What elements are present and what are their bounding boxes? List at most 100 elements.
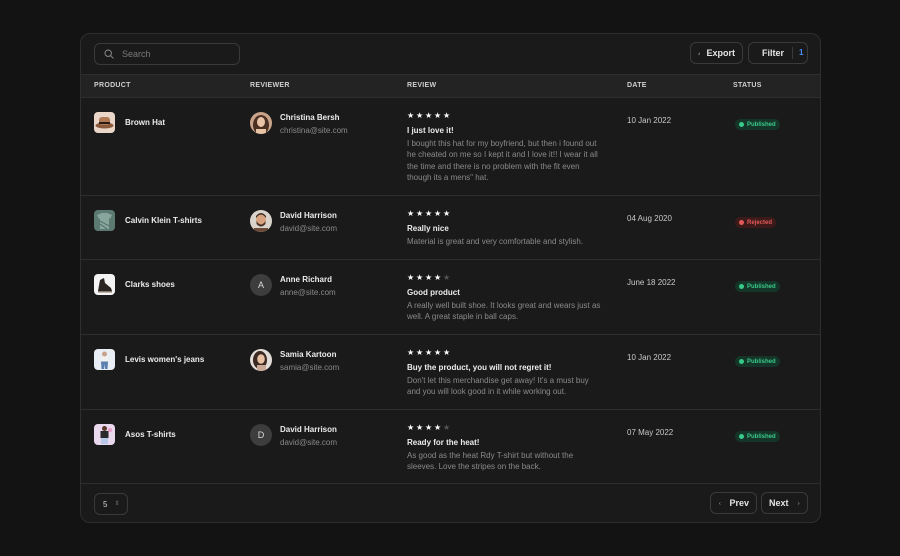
review-title: Buy the product, you will not regret it! bbox=[407, 363, 552, 372]
table-footer: 5 ⇕ Prev Next bbox=[81, 484, 820, 522]
star-filled-icon: ★ bbox=[433, 209, 443, 218]
star-filled-icon: ★ bbox=[407, 209, 416, 218]
product-name[interactable]: Levis women's jeans bbox=[125, 355, 204, 364]
star-filled-icon: ★ bbox=[415, 348, 425, 357]
product-thumbnail-tshirt bbox=[94, 210, 115, 231]
status-badge: Published bbox=[735, 281, 780, 292]
reviewer-avatar bbox=[250, 112, 272, 134]
reviewer-email: david@site.com bbox=[280, 224, 338, 233]
star-empty-icon: ★ bbox=[442, 423, 452, 432]
review-title: I just love it! bbox=[407, 126, 454, 135]
star-filled-icon: ★ bbox=[407, 423, 416, 432]
reviews-table-card: Export Filter 1 PRODUCT REVIEWER REVIEW … bbox=[80, 33, 821, 523]
star-filled-icon: ★ bbox=[433, 348, 443, 357]
prev-page-button[interactable]: Prev bbox=[710, 492, 757, 514]
star-filled-icon: ★ bbox=[407, 273, 416, 282]
product-name[interactable]: Clarks shoes bbox=[125, 280, 175, 289]
check-circle-icon bbox=[739, 434, 744, 439]
star-filled-icon: ★ bbox=[415, 423, 425, 432]
chevron-left-icon bbox=[719, 501, 721, 505]
product-thumbnail-jeans bbox=[94, 349, 115, 370]
avatar-initial: D bbox=[257, 430, 265, 440]
filter-label: Filter bbox=[762, 48, 785, 58]
table-row[interactable]: Levis women's jeans Samia Kartoon samia@… bbox=[81, 335, 820, 410]
status-badge: Published bbox=[735, 356, 780, 367]
star-filled-icon: ★ bbox=[424, 348, 434, 357]
next-page-button[interactable]: Next bbox=[761, 492, 808, 514]
review-date: 10 Jan 2022 bbox=[627, 353, 672, 362]
review-body: Material is great and very comfortable a… bbox=[407, 237, 584, 246]
table-row[interactable]: Clarks shoes A Anne Richard anne@site.co… bbox=[81, 260, 820, 335]
status-label: Published bbox=[747, 433, 776, 440]
product-thumbnail-shoe bbox=[94, 274, 115, 295]
review-date: June 18 2022 bbox=[627, 278, 676, 287]
status-badge: Published bbox=[735, 431, 780, 442]
export-button[interactable]: Export bbox=[690, 42, 743, 64]
star-filled-icon: ★ bbox=[424, 423, 434, 432]
review-body: Don't let this merchandise get away! It'… bbox=[407, 376, 589, 397]
page-size-select[interactable]: 5 ⇕ bbox=[94, 493, 128, 515]
column-header-product[interactable]: PRODUCT bbox=[94, 75, 131, 97]
rating-stars: ★★★★★ bbox=[407, 209, 603, 218]
rating-stars: ★★★★★ bbox=[407, 111, 603, 120]
star-filled-icon: ★ bbox=[407, 111, 416, 120]
star-filled-icon: ★ bbox=[442, 209, 452, 218]
status-label: Published bbox=[747, 358, 776, 365]
star-filled-icon: ★ bbox=[407, 348, 416, 357]
review-date: 07 May 2022 bbox=[627, 428, 674, 437]
page-size-value: 5 bbox=[103, 499, 108, 509]
star-filled-icon: ★ bbox=[424, 209, 434, 218]
product-name[interactable]: Asos T-shirts bbox=[125, 430, 176, 439]
star-filled-icon: ★ bbox=[433, 273, 443, 282]
reviewer-email: samia@site.com bbox=[280, 363, 340, 372]
column-header-status[interactable]: STATUS bbox=[733, 75, 762, 97]
chevron-up-down-icon: ⇕ bbox=[114, 501, 120, 507]
star-filled-icon: ★ bbox=[415, 273, 425, 282]
reviewer-name: Christina Bersh bbox=[280, 113, 340, 122]
reviewer-avatar: A bbox=[250, 274, 272, 296]
rating-stars: ★★★★★ bbox=[407, 273, 603, 282]
reviewer-name: Samia Kartoon bbox=[280, 350, 337, 359]
download-icon bbox=[698, 51, 701, 55]
reviewer-avatar bbox=[250, 349, 272, 371]
status-label: Published bbox=[747, 283, 776, 290]
reviewer-email: david@site.com bbox=[280, 438, 338, 447]
table-row[interactable]: Calvin Klein T-shirts David Harrison dav… bbox=[81, 196, 820, 260]
reviewer-email: anne@site.com bbox=[280, 288, 336, 297]
column-header-reviewer[interactable]: REVIEWER bbox=[250, 75, 290, 97]
table-row[interactable]: Asos T-shirts D David Harrison david@sit… bbox=[81, 410, 820, 484]
check-circle-icon bbox=[739, 122, 744, 127]
reviewer-avatar bbox=[250, 210, 272, 232]
table-header: PRODUCT REVIEWER REVIEW DATE STATUS bbox=[81, 74, 820, 98]
search-input[interactable] bbox=[122, 49, 232, 59]
product-name[interactable]: Brown Hat bbox=[125, 118, 165, 127]
chevron-right-icon bbox=[797, 501, 799, 505]
review-body: I bought this hat for my boyfriend, but … bbox=[407, 139, 598, 183]
prev-label: Prev bbox=[729, 498, 749, 508]
product-name[interactable]: Calvin Klein T-shirts bbox=[125, 216, 202, 225]
check-circle-icon bbox=[739, 284, 744, 289]
star-filled-icon: ★ bbox=[442, 111, 452, 120]
star-empty-icon: ★ bbox=[442, 273, 452, 282]
reviewer-avatar: D bbox=[250, 424, 272, 446]
x-circle-icon bbox=[739, 220, 744, 225]
reviewer-name: Anne Richard bbox=[280, 275, 333, 284]
status-label: Rejected bbox=[747, 219, 773, 226]
check-circle-icon bbox=[739, 359, 744, 364]
status-label: Published bbox=[747, 121, 776, 128]
filter-button[interactable]: Filter 1 bbox=[748, 42, 808, 64]
search-box[interactable] bbox=[94, 43, 240, 65]
column-header-review[interactable]: REVIEW bbox=[407, 75, 436, 97]
review-title: Good product bbox=[407, 288, 460, 297]
review-body: As good as the heat Rdy T-shirt but with… bbox=[407, 451, 574, 472]
product-thumbnail-hat bbox=[94, 112, 115, 133]
status-badge: Published bbox=[735, 119, 780, 130]
review-title: Ready for the heat! bbox=[407, 438, 480, 447]
review-date: 04 Aug 2020 bbox=[627, 214, 672, 223]
table-row[interactable]: Brown Hat Christina Bersh christina@site… bbox=[81, 98, 820, 196]
column-header-date[interactable]: DATE bbox=[627, 75, 647, 97]
star-filled-icon: ★ bbox=[415, 209, 425, 218]
star-filled-icon: ★ bbox=[424, 273, 434, 282]
star-filled-icon: ★ bbox=[424, 111, 434, 120]
reviewer-name: David Harrison bbox=[280, 211, 337, 220]
